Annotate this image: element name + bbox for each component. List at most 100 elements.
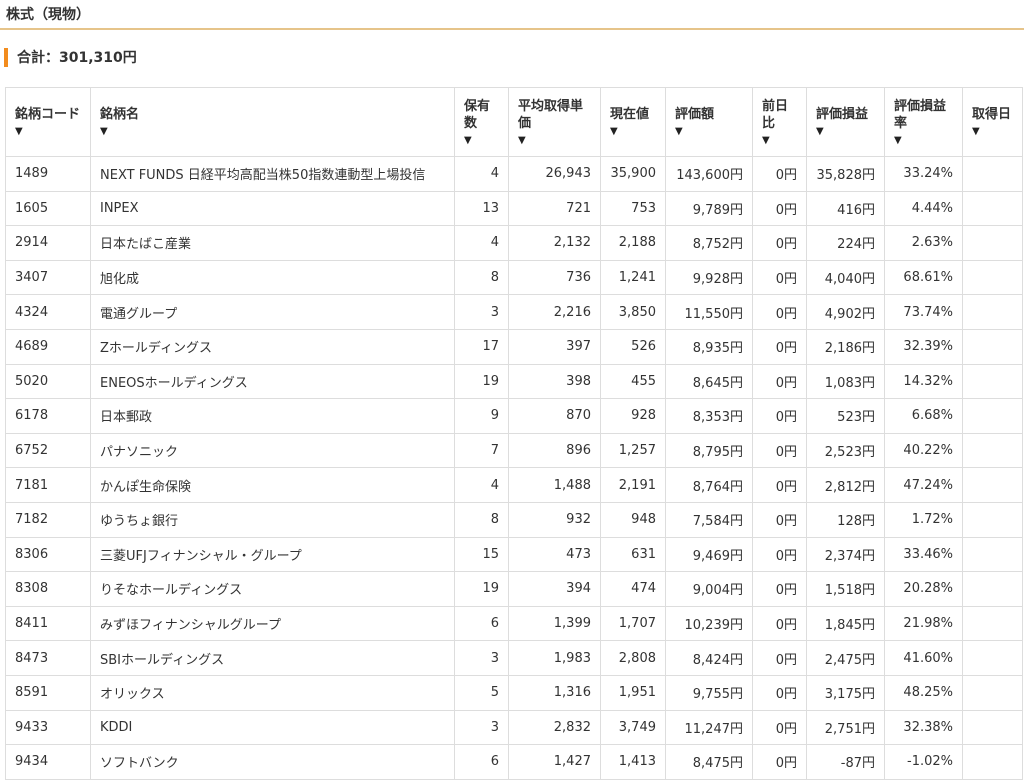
- cell-gain-loss-rate: 21.98%: [884, 605, 963, 642]
- cell-acquired-date: [962, 156, 1023, 192]
- column-header-gain-loss-rate[interactable]: 評価損益率 ▼: [884, 87, 963, 157]
- column-header-gain-loss[interactable]: 評価損益 ▼: [806, 87, 885, 157]
- cell-name[interactable]: 旭化成: [90, 259, 455, 296]
- cell-current-price: 526: [600, 328, 666, 365]
- cell-current-price: 1,707: [600, 605, 666, 642]
- column-header-avg-cost[interactable]: 平均取得単価 ▼: [508, 87, 601, 157]
- cell-gain-loss: 224円: [806, 225, 885, 261]
- column-header-label: 率: [894, 115, 908, 131]
- cell-valuation: 8,752円: [665, 225, 753, 261]
- holdings-table: 銘柄コード ▼ 銘柄名 ▼ 保有数 ▼ 平均取得単価 ▼ 現在値 ▼ 評価額 ▼ 前日比 ▼ 評価損益 ▼ 評価…: [5, 87, 1023, 780]
- column-header-current-price[interactable]: 現在値 ▼: [600, 87, 666, 157]
- cell-gain-loss: -87円: [806, 744, 885, 780]
- table-row[interactable]: 7182 ゆうちょ銀行 8 932 948 7,584円 0円 128円 1.72%: [5, 501, 1023, 538]
- cell-quantity: 5: [454, 674, 509, 711]
- cell-gain-loss-rate: 47.24%: [884, 467, 963, 503]
- column-header-valuation[interactable]: 評価額 ▼: [665, 87, 753, 157]
- table-row[interactable]: 8306 三菱UFJフィナンシャル・グループ 15 473 631 9,469円 0円 2,3…: [5, 536, 1023, 573]
- table-row[interactable]: 8473 SBIホールディングス 3 1,983 2,808 8,424円 0円 2,475円…: [5, 640, 1023, 676]
- cell-valuation: 8,424円: [665, 640, 753, 676]
- column-header-label: 銘柄名: [100, 107, 140, 122]
- table-row[interactable]: 3407 旭化成 8 736 1,241 9,928円 0円 4,040円 68.61%: [5, 259, 1023, 296]
- cell-current-price: 455: [600, 363, 666, 400]
- cell-name[interactable]: オリックス: [90, 674, 455, 711]
- cell-name[interactable]: ゆうちょ銀行: [90, 501, 455, 538]
- cell-name[interactable]: Zホールディングス: [90, 328, 455, 365]
- cell-name[interactable]: ENEOSホールディングス: [90, 363, 455, 400]
- cell-acquired-date: [962, 536, 1023, 573]
- sort-down-icon[interactable]: ▼: [972, 125, 1013, 138]
- table-row[interactable]: 1605 INPEX 13 721 753 9,789円 0円 416円 4.44%: [5, 190, 1023, 227]
- cell-name[interactable]: かんぽ生命保険: [90, 467, 455, 503]
- cell-name[interactable]: 電通グループ: [90, 294, 455, 330]
- sort-down-icon[interactable]: ▼: [675, 125, 743, 138]
- column-header-quantity[interactable]: 保有数 ▼: [454, 87, 509, 157]
- cell-day-change: 0円: [752, 225, 807, 261]
- table-row[interactable]: 5020 ENEOSホールディングス 19 398 455 8,645円 0円 1,083円 1…: [5, 363, 1023, 400]
- sort-down-icon[interactable]: ▼: [610, 125, 656, 138]
- sort-down-icon[interactable]: ▼: [464, 134, 499, 147]
- sort-down-icon[interactable]: ▼: [100, 125, 445, 138]
- table-row[interactable]: 9434 ソフトバンク 6 1,427 1,413 8,475円 0円 -87円 -1.02%: [5, 744, 1023, 780]
- table-row[interactable]: 7181 かんぽ生命保険 4 1,488 2,191 8,764円 0円 2,812円 47.2…: [5, 467, 1023, 503]
- table-row[interactable]: 9433 KDDI 3 2,832 3,749 11,247円 0円 2,751円 32.38%: [5, 709, 1023, 746]
- cell-name[interactable]: KDDI: [90, 709, 455, 746]
- cell-name[interactable]: ソフトバンク: [90, 744, 455, 780]
- table-row[interactable]: 2914 日本たばこ産業 4 2,132 2,188 8,752円 0円 224円 2.63%: [5, 225, 1023, 261]
- table-row[interactable]: 8591 オリックス 5 1,316 1,951 9,755円 0円 3,175円 48.25%: [5, 674, 1023, 711]
- cell-name[interactable]: みずほフィナンシャルグループ: [90, 605, 455, 642]
- cell-name[interactable]: NEXT FUNDS 日経平均高配当株50指数連動型上場投信: [90, 156, 455, 192]
- column-header-code[interactable]: 銘柄コード ▼: [5, 87, 91, 157]
- cell-name[interactable]: 三菱UFJフィナンシャル・グループ: [90, 536, 455, 573]
- table-row[interactable]: 4689 Zホールディングス 17 397 526 8,935円 0円 2,186円 32.39…: [5, 328, 1023, 365]
- cell-gain-loss-rate: 33.46%: [884, 536, 963, 573]
- column-header-acquired-date[interactable]: 取得日 ▼: [962, 87, 1023, 157]
- cell-name[interactable]: パナソニック: [90, 432, 455, 469]
- cell-name[interactable]: 日本たばこ産業: [90, 225, 455, 261]
- cell-name[interactable]: 日本郵政: [90, 398, 455, 434]
- table-row[interactable]: 8308 りそなホールディングス 19 394 474 9,004円 0円 1,518円 20.…: [5, 571, 1023, 607]
- column-header-label: 評価損益: [894, 98, 947, 114]
- sort-down-icon[interactable]: ▼: [762, 134, 797, 147]
- sort-down-icon[interactable]: ▼: [816, 125, 875, 138]
- column-header-label: 保有: [464, 98, 491, 114]
- cell-gain-loss-rate: 68.61%: [884, 259, 963, 296]
- column-header-label: 比: [762, 115, 776, 131]
- cell-quantity: 3: [454, 709, 509, 746]
- total-value: 301,310円: [59, 50, 137, 66]
- cell-avg-cost: 2,832: [508, 709, 601, 746]
- cell-gain-loss-rate: 20.28%: [884, 571, 963, 607]
- cell-acquired-date: [962, 571, 1023, 607]
- column-header-day-change[interactable]: 前日比 ▼: [752, 87, 807, 157]
- cell-name[interactable]: SBIホールディングス: [90, 640, 455, 676]
- sort-down-icon[interactable]: ▼: [518, 134, 591, 147]
- column-header-name[interactable]: 銘柄名 ▼: [90, 87, 455, 157]
- table-row[interactable]: 8411 みずほフィナンシャルグループ 6 1,399 1,707 10,239円 0円 1,…: [5, 605, 1023, 642]
- cell-name[interactable]: りそなホールディングス: [90, 571, 455, 607]
- cell-day-change: 0円: [752, 709, 807, 746]
- sort-down-icon[interactable]: ▼: [894, 134, 953, 147]
- cell-avg-cost: 2,132: [508, 225, 601, 261]
- cell-current-price: 2,808: [600, 640, 666, 676]
- column-header-label: 平均取得単: [518, 98, 584, 114]
- cell-gain-loss-rate: -1.02%: [884, 744, 963, 780]
- cell-current-price: 948: [600, 501, 666, 538]
- table-row[interactable]: 4324 電通グループ 3 2,216 3,850 11,550円 0円 4,902円 73.7…: [5, 294, 1023, 330]
- cell-day-change: 0円: [752, 744, 807, 780]
- cell-current-price: 2,188: [600, 225, 666, 261]
- cell-acquired-date: [962, 363, 1023, 400]
- table-row[interactable]: 1489 NEXT FUNDS 日経平均高配当株50指数連動型上場投信 4 26,94…: [5, 156, 1023, 192]
- cell-current-price: 474: [600, 571, 666, 607]
- cell-avg-cost: 26,943: [508, 156, 601, 192]
- cell-valuation: 10,239円: [665, 605, 753, 642]
- table-row[interactable]: 6752 パナソニック 7 896 1,257 8,795円 0円 2,523円 40.22%: [5, 432, 1023, 469]
- sort-down-icon[interactable]: ▼: [15, 125, 81, 138]
- table-row[interactable]: 6178 日本郵政 9 870 928 8,353円 0円 523円 6.68%: [5, 398, 1023, 434]
- cell-quantity: 4: [454, 467, 509, 503]
- cell-gain-loss: 2,374円: [806, 536, 885, 573]
- cell-name[interactable]: INPEX: [90, 190, 455, 227]
- cell-acquired-date: [962, 225, 1023, 261]
- cell-code: 1489: [5, 156, 91, 192]
- cell-acquired-date: [962, 398, 1023, 434]
- cell-day-change: 0円: [752, 571, 807, 607]
